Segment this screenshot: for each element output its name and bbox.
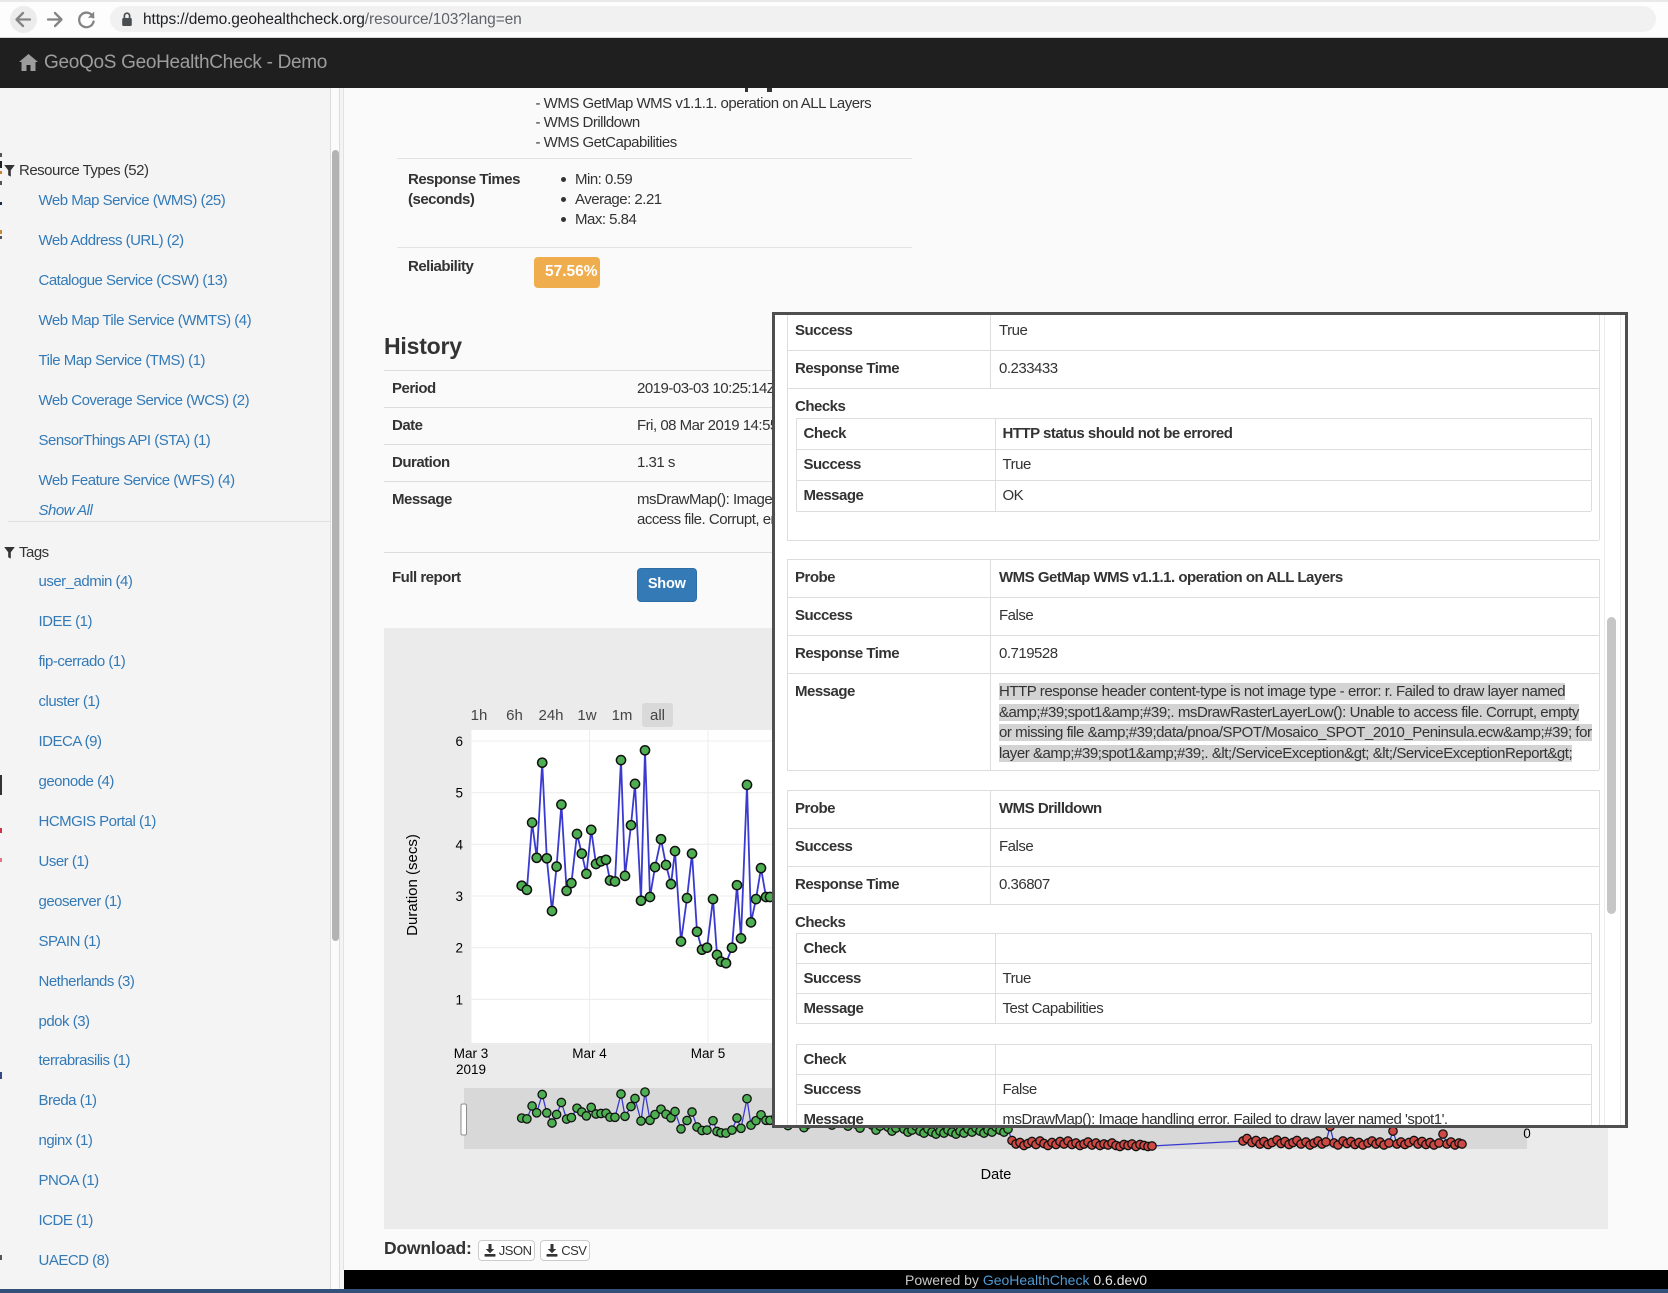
svg-text:2019: 2019 bbox=[456, 1062, 486, 1077]
svg-text:1w: 1w bbox=[577, 707, 596, 724]
svg-text:5: 5 bbox=[455, 786, 463, 801]
svg-text:2: 2 bbox=[455, 941, 463, 956]
svg-text:Date: Date bbox=[981, 1167, 1012, 1183]
svg-text:all: all bbox=[650, 707, 665, 724]
svg-text:0: 0 bbox=[1523, 1126, 1531, 1141]
svg-text:1h: 1h bbox=[471, 707, 488, 724]
svg-text:6: 6 bbox=[455, 734, 463, 749]
svg-text:1m: 1m bbox=[612, 707, 633, 724]
svg-text:4: 4 bbox=[455, 837, 463, 852]
svg-text:3: 3 bbox=[455, 889, 463, 904]
svg-text:1: 1 bbox=[455, 992, 463, 1007]
svg-text:Duration (secs): Duration (secs) bbox=[404, 834, 421, 936]
svg-text:Mar 5: Mar 5 bbox=[691, 1046, 726, 1061]
svg-text:Mar 3: Mar 3 bbox=[454, 1046, 489, 1061]
svg-text:24h: 24h bbox=[538, 707, 563, 724]
svg-text:6h: 6h bbox=[506, 707, 523, 724]
svg-text:Mar 4: Mar 4 bbox=[572, 1046, 607, 1061]
